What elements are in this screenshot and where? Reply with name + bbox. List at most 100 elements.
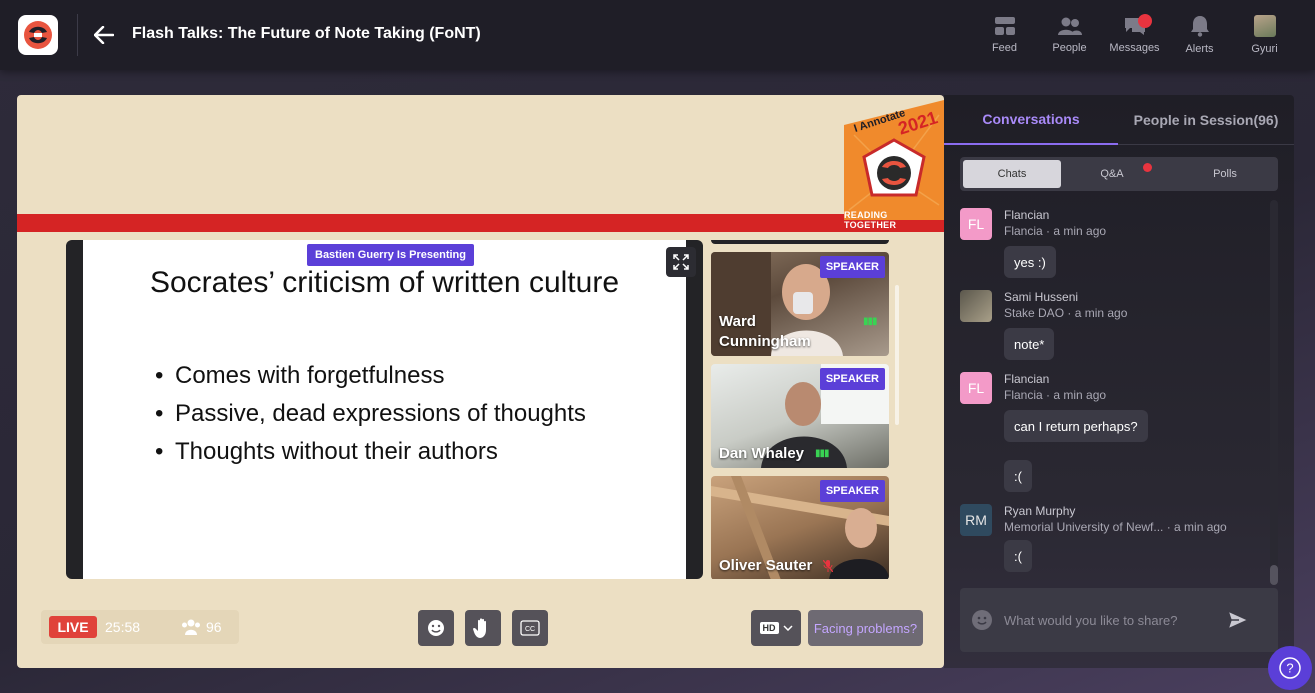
header-divider [77,14,78,56]
presenting-badge: Bastien Guerry Is Presenting [307,244,474,266]
message-bubble: can I return perhaps? [1004,410,1148,442]
nav-people[interactable]: People [1037,0,1102,70]
stage: READING TOGETHER I Annotate 2021 Socrate… [17,95,944,668]
slide-bullet-list: Comes with forgetfulness Passive, dead e… [155,362,586,476]
viewer-count-value: 96 [206,619,222,635]
speaker-name: Oliver Sauter [719,557,813,574]
expand-icon [673,254,689,270]
fullscreen-button[interactable] [666,247,696,277]
banner-tagline: READING TOGETHER [844,210,897,230]
tab-conversations[interactable]: Conversations [944,95,1118,145]
live-badge: LIVE [49,616,97,638]
avatar[interactable] [960,290,992,322]
closed-captions-icon: CC [520,620,540,636]
chat-composer [960,588,1278,652]
speaker-tile[interactable]: SPEAKER Dan Whaley ▮▮▮ [711,364,889,468]
smiley-icon [428,620,444,636]
audio-level-icon: ▮▮▮ [815,448,829,459]
chat-messages: FL Flancian Flancia · a min ago yes :) S… [960,200,1270,580]
nav-messages[interactable]: Messages [1102,0,1167,70]
speaker-list-scrollbar[interactable] [895,285,899,425]
nav-alerts[interactable]: Alerts [1167,0,1232,70]
quality-selector[interactable]: HD [751,610,801,646]
quality-value: HD [759,622,779,634]
mic-muted-icon [823,560,833,572]
avatar[interactable]: RM [960,504,992,536]
tab-people-in-session[interactable]: People in Session(96) [1118,95,1294,145]
message-bubble: :( [1004,540,1032,572]
svg-text:?: ? [1286,661,1293,676]
avatar[interactable]: FL [960,372,992,404]
segment-chats[interactable]: Chats [963,160,1061,188]
speaker-tile-previous [711,240,889,244]
speaker-list: SPEAKER Ward Cunningham ▮▮▮ SPEAKER Dan … [711,240,889,579]
nav-profile[interactable]: Gyuri [1232,0,1297,70]
banner-stripe [17,214,944,232]
top-bar: Flash Talks: The Future of Note Taking (… [0,0,1315,70]
sender-name[interactable]: Sami Husseni [1004,290,1078,304]
nav-alerts-label: Alerts [1185,43,1214,55]
chat-scrollbar[interactable] [1270,200,1278,585]
nav-profile-label: Gyuri [1251,43,1278,55]
feed-icon [994,17,1015,35]
nav-feed[interactable]: Feed [972,0,1037,70]
presentation-area: Socrates’ criticism of written culture C… [66,240,703,579]
event-title: Flash Talks: The Future of Note Taking (… [132,25,481,42]
avatar[interactable]: FL [960,208,992,240]
slide-bullet: Comes with forgetfulness [155,362,586,400]
slide-bullet: Thoughts without their authors [155,438,586,476]
sender-name[interactable]: Ryan Murphy [1004,504,1075,518]
back-button[interactable] [92,22,116,48]
chat-input[interactable] [1004,610,1204,630]
help-icon: ? [1279,657,1301,679]
nav-people-label: People [1052,42,1087,54]
qa-notification-dot [1143,163,1152,172]
chat-segment-control: Chats Q&A Polls [960,157,1278,191]
sender-name[interactable]: Flancian [1004,208,1049,222]
speaker-name: Dan Whaley [719,445,805,462]
presentation-slide: Socrates’ criticism of written culture C… [83,240,686,579]
help-button[interactable]: ? [1268,646,1312,690]
raise-hand-button[interactable] [465,610,501,646]
message-bubble: note* [1004,328,1055,360]
speaker-tile[interactable]: SPEAKER Ward Cunningham ▮▮▮ [711,252,889,356]
speaker-name: Ward Cunningham [719,313,811,350]
sender-meta: Flancia · a min ago [1004,388,1107,402]
back-arrow-icon [94,26,114,44]
bell-icon [1190,16,1209,37]
messages-notification-dot [1138,14,1152,28]
side-panel: Conversations People in Session(96) Chat… [944,95,1294,668]
nav-messages-label: Messages [1109,42,1160,54]
top-nav: Feed People Messages Alerts Gyuri [972,0,1297,70]
chat-scrollbar-thumb[interactable] [1270,565,1278,585]
slide-bullet: Passive, dead expressions of thoughts [155,400,586,438]
panel-tabs: Conversations People in Session(96) [944,95,1294,145]
speaker-badge: SPEAKER [819,368,885,390]
facing-problems-button[interactable]: Facing problems? [808,610,923,646]
message-bubble: :( [1004,460,1032,492]
speaker-badge: SPEAKER [819,256,885,278]
reaction-button[interactable] [418,610,454,646]
people-icon [1057,17,1082,35]
people-icon [182,619,200,635]
message-bubble: yes :) [1004,246,1056,278]
hand-icon [473,618,486,638]
sender-meta: Memorial University of Newf... · a min a… [1004,520,1227,534]
session-timer: 25:58 [105,619,141,635]
app-logo[interactable] [18,15,58,55]
captions-button[interactable]: CC [512,610,548,646]
sender-name[interactable]: Flancian [1004,372,1049,386]
segment-polls[interactable]: Polls [1176,160,1274,188]
live-status: LIVE 25:58 96 [41,610,239,644]
viewer-count: 96 [181,619,222,635]
send-icon[interactable] [1226,608,1250,632]
audio-level-icon: ▮▮▮ [863,316,877,327]
logo-icon [24,21,52,49]
nav-feed-label: Feed [991,42,1018,54]
sender-meta: Stake DAO · a min ago [1004,306,1128,320]
chevron-down-icon [782,625,793,631]
emoji-picker-icon[interactable] [972,610,992,630]
speaker-badge: SPEAKER [819,480,885,502]
speaker-tile[interactable]: SPEAKER Oliver Sauter [711,476,889,579]
slide-title: Socrates’ criticism of written culture [149,266,619,299]
